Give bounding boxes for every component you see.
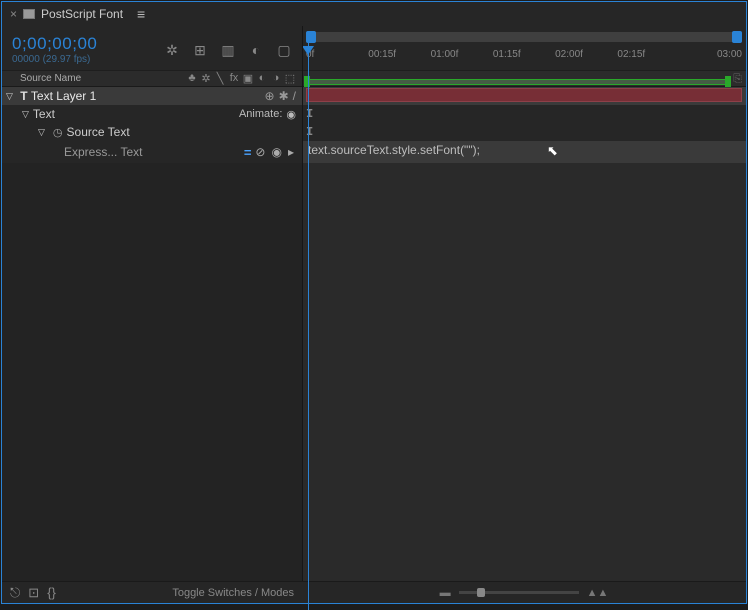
timeline-panel: × PostScript Font ≡ 0;00;00;00 00000 (29… bbox=[1, 1, 747, 604]
render-queue-icon[interactable]: ⊡ bbox=[28, 585, 39, 601]
3d-column-icon: ⬚ bbox=[284, 72, 296, 85]
empty-area bbox=[2, 163, 746, 583]
frame-blend-icon[interactable]: ▢ bbox=[276, 42, 292, 59]
animate-menu-button[interactable]: Animate: ◉ bbox=[239, 108, 302, 121]
composition-icon bbox=[23, 9, 35, 19]
zoom-out-icon[interactable]: ▬ bbox=[440, 587, 451, 599]
composition-tab[interactable]: × PostScript Font bbox=[2, 2, 131, 26]
work-area-bar[interactable]: ⎘ bbox=[306, 71, 742, 87]
expression-editor[interactable]: text.sourceText.style.setFont(""); ⬉ bbox=[302, 141, 746, 163]
fx-column-icon: fx bbox=[228, 72, 240, 85]
time-ruler[interactable]: 0f 00:15f 01:00f 01:15f 02:00f 02:15f 03… bbox=[306, 44, 742, 64]
timeline-zoom-control[interactable]: ▬ ▲▲ bbox=[440, 587, 609, 599]
property-label: Text bbox=[33, 107, 239, 121]
navigator-end-handle[interactable] bbox=[732, 31, 742, 43]
ruler-tick: 01:15f bbox=[493, 49, 555, 60]
composition-marker-icon[interactable]: ⎘ bbox=[733, 73, 742, 86]
tab-bar: × PostScript Font ≡ bbox=[2, 2, 746, 26]
play-icon: ◉ bbox=[286, 108, 296, 121]
columns-header: Source Name ♣ ✲ ╲ fx ▣ ◐ ◑ ⬚ ⎘ bbox=[2, 71, 746, 87]
layer-row[interactable]: ▽ T Text Layer 1 ⊕ ✱ / bbox=[2, 87, 746, 105]
expression-language-menu-icon[interactable]: ▸ bbox=[288, 145, 294, 159]
time-navigator[interactable] bbox=[306, 32, 742, 42]
tab-title: PostScript Font bbox=[41, 7, 123, 21]
ruler-tick: 02:15f bbox=[617, 49, 679, 60]
animate-label: Animate: bbox=[239, 108, 282, 120]
zoom-slider-track[interactable] bbox=[459, 591, 579, 594]
layer-duration-bar[interactable] bbox=[306, 88, 742, 102]
twirl-down-icon[interactable]: ▽ bbox=[34, 127, 49, 138]
text-layer-icon: T bbox=[17, 89, 31, 103]
expression-pickwhip-icon[interactable]: ◉ bbox=[271, 145, 281, 159]
ruler-tick: 0f bbox=[306, 49, 368, 60]
shy-column-icon: ♣ bbox=[186, 72, 198, 85]
timeline-footer: ⎋ ⊡ {} Toggle Switches / Modes ▬ ▲▲ bbox=[2, 581, 746, 603]
playhead-line bbox=[308, 32, 309, 610]
zoom-in-icon[interactable]: ▲▲ bbox=[587, 587, 609, 599]
expression-tools: ⊘ ◉ ▸ bbox=[255, 145, 302, 159]
adjustment-column-icon: ◑ bbox=[270, 72, 282, 85]
brackets-icon[interactable]: {} bbox=[47, 585, 56, 601]
ruler-tick: 03:00 bbox=[680, 49, 742, 60]
close-tab-icon[interactable]: × bbox=[10, 7, 17, 21]
zoom-slider-thumb[interactable] bbox=[477, 588, 485, 597]
timeline-toolbar: ✲ ⊞ ▥ ◐ ▢ bbox=[164, 42, 292, 59]
timeline-header: 0;00;00;00 00000 (29.97 fps) ✲ ⊞ ▥ ◐ ▢ 0… bbox=[2, 26, 746, 71]
property-label: Source Text bbox=[67, 125, 302, 139]
twirl-down-icon[interactable]: ▽ bbox=[18, 109, 33, 120]
property-row-text[interactable]: ▽ Text Animate: ◉ I bbox=[2, 105, 746, 123]
expression-code: text.sourceText.style.setFont(""); bbox=[308, 143, 480, 157]
panel-divider[interactable] bbox=[302, 26, 303, 581]
switches-header: ♣ ✲ ╲ fx ▣ ◐ ◑ ⬚ bbox=[186, 72, 302, 85]
time-ruler-area: 0f 00:15f 01:00f 01:15f 02:00f 02:15f 03… bbox=[302, 26, 746, 70]
mouse-cursor-icon: ⬉ bbox=[547, 143, 558, 159]
frame-blend-column-icon: ▣ bbox=[242, 72, 254, 85]
ruler-tick: 02:00f bbox=[555, 49, 617, 60]
quality-switch[interactable]: ✱ bbox=[279, 89, 289, 103]
layer-name[interactable]: Text Layer 1 bbox=[31, 89, 265, 103]
playhead-indicator[interactable] bbox=[302, 46, 314, 55]
property-row-source-text[interactable]: ▽ ◷ Source Text I bbox=[2, 123, 746, 141]
expression-row[interactable]: Express... Text = ⊘ ◉ ▸ text.sourceText.… bbox=[2, 141, 746, 163]
stopwatch-icon[interactable]: ◷ bbox=[49, 126, 67, 139]
layer-rows: ▽ T Text Layer 1 ⊕ ✱ / ▽ Text Animate: bbox=[2, 87, 746, 163]
current-timecode[interactable]: 0;00;00;00 bbox=[12, 35, 97, 54]
ruler-tick: 01:00f bbox=[431, 49, 493, 60]
source-name-header[interactable]: Source Name bbox=[2, 73, 186, 84]
expression-label: Express... Text bbox=[64, 145, 240, 159]
draft3d-icon[interactable]: ▥ bbox=[220, 42, 236, 59]
expression-graph-icon[interactable]: ⊘ bbox=[255, 145, 265, 159]
ruler-tick: 00:15f bbox=[368, 49, 430, 60]
quality-column-icon: ╲ bbox=[214, 72, 226, 85]
motion-blur-column-icon: ◐ bbox=[256, 72, 268, 85]
timecode-area: 0;00;00;00 00000 (29.97 fps) ✲ ⊞ ▥ ◐ ▢ bbox=[2, 26, 302, 70]
collapse-column-icon: ✲ bbox=[200, 72, 212, 85]
hide-shy-icon[interactable]: ◐ bbox=[248, 42, 264, 59]
search-icon[interactable]: ✲ bbox=[164, 42, 180, 59]
motion-blur-switch[interactable]: / bbox=[293, 89, 296, 103]
panel-menu-icon[interactable]: ≡ bbox=[131, 6, 151, 22]
shy-switch[interactable]: ⊕ bbox=[265, 89, 275, 103]
toggle-switches-icon[interactable]: ⎋ bbox=[10, 585, 20, 601]
layer-switches[interactable]: ⊕ ✱ / bbox=[265, 89, 302, 103]
toggle-switches-modes-button[interactable]: Toggle Switches / Modes bbox=[172, 587, 294, 599]
frame-rate-label: 00000 (29.97 fps) bbox=[12, 54, 97, 65]
twirl-down-icon[interactable]: ▽ bbox=[2, 91, 17, 102]
composition-mini-flowchart-icon[interactable]: ⊞ bbox=[192, 42, 208, 59]
expression-enable-icon[interactable]: = bbox=[240, 145, 256, 160]
